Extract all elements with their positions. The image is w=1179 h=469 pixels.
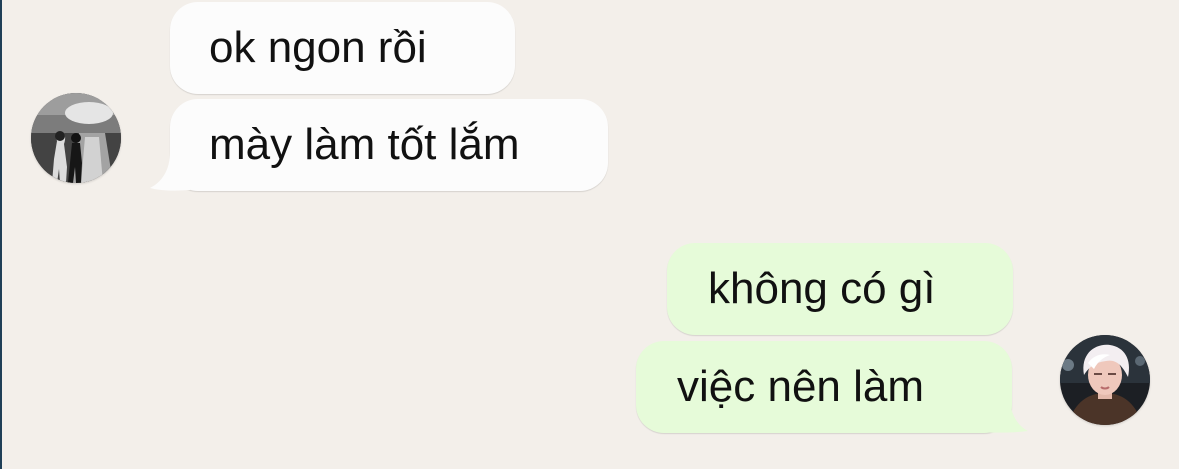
message-bubble-outgoing[interactable]: không có gì [667,243,1013,335]
message-text: mày làm tốt lắm [209,120,520,169]
message-bubble-outgoing[interactable]: việc nên làm [636,341,1012,433]
message-bubble-incoming[interactable]: mày làm tốt lắm [170,99,608,191]
contact-avatar[interactable] [31,93,121,183]
message-text: không có gì [708,264,936,313]
my-avatar[interactable] [1060,335,1150,425]
my-avatar-photo [1060,335,1150,425]
message-bubble-incoming[interactable]: ok ngon rồi [170,2,515,94]
window-edge-line [0,0,2,469]
contact-avatar-photo [31,93,121,183]
incoming-bubble-tail [150,152,190,191]
message-text: việc nên làm [677,362,925,411]
message-text: ok ngon rồi [209,23,427,72]
outgoing-bubble-tail [980,394,1028,433]
